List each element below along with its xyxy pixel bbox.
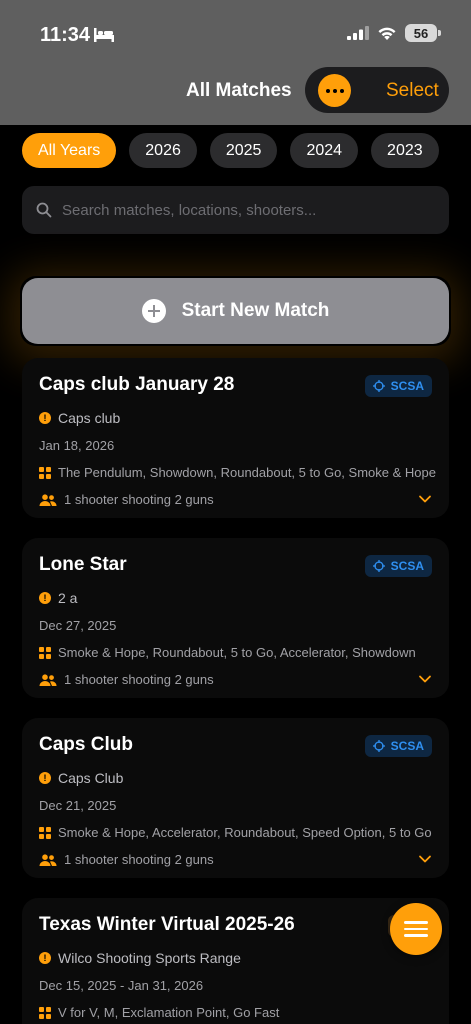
stages-grid-icon [39,646,51,659]
stages-text: Smoke & Hope, Accelerator, Roundabout, S… [58,825,432,840]
location-text: Wilco Shooting Sports Range [58,950,241,966]
chip-year-2023[interactable]: 2023 [371,133,439,168]
match-shooters: 1 shooter shooting 2 guns [39,672,214,687]
menu-line [404,927,428,931]
location-text: Caps club [58,410,121,426]
header: 11:34 56 All Matches Select [0,0,471,125]
start-new-match-label: Start New Match [181,300,330,321]
match-date: Jan 18, 2026 [39,438,114,453]
start-new-match-button[interactable]: Start New Match [22,278,449,344]
match-stages: The Pendulum, Showdown, Roundabout, 5 to… [39,465,436,480]
sleep-focus-icon [94,28,114,42]
match-card[interactable]: Caps Club SCSA ! Caps Club Dec 21, 2025 S… [22,718,449,878]
plus-circle-icon [141,299,166,323]
date-text: Dec 27, 2025 [39,618,117,633]
wifi-icon [378,27,396,40]
stages-grid-icon [39,1006,51,1019]
location-text: 2 a [58,590,78,606]
stages-grid-icon [39,826,51,839]
badge-label: SCSA [390,559,424,573]
stages-grid-icon [39,466,51,479]
crosshair-icon [372,380,385,392]
match-date: Dec 15, 2025 - Jan 31, 2026 [39,978,203,993]
chip-year-2025[interactable]: 2025 [209,133,278,168]
shooters-text: 1 shooter shooting 2 guns [64,492,214,507]
date-text: Dec 21, 2025 [39,798,117,813]
match-stages: V for V, M, Exclamation Point, Go Fast [39,1005,279,1020]
chevron-down-icon[interactable] [418,852,432,866]
chip-all-years[interactable]: All Years [22,133,117,168]
match-location: ! Wilco Shooting Sports Range [39,950,241,966]
ellipsis-icon [325,88,344,93]
select-button[interactable]: Select [386,80,439,102]
stages-text: V for V, M, Exclamation Point, Go Fast [58,1005,280,1020]
date-text: Dec 15, 2025 - Jan 31, 2026 [39,978,204,993]
crosshair-icon [372,740,385,752]
location-pin-icon: ! [39,592,51,604]
location-pin-icon: ! [39,412,51,424]
match-shooters: 1 shooter shooting 2 guns [39,852,214,867]
menu-line [404,921,428,924]
location-pin-icon: ! [39,952,51,964]
match-shooters: 1 shooter shooting 2 guns [39,492,214,507]
battery-indicator: 56 [405,24,441,42]
stages-text: The Pendulum, Showdown, Roundabout, 5 to… [58,465,436,480]
people-icon [39,493,57,506]
chip-year-2024[interactable]: 2024 [290,133,359,168]
badge-label: SCSA [390,739,424,753]
match-type-badge: SCSA [364,555,432,577]
floating-menu-button[interactable] [390,903,442,955]
match-stages: Smoke & Hope, Roundabout, 5 to Go, Accel… [39,645,416,660]
chip-year-2026[interactable]: 2026 [129,133,197,168]
search-icon [36,202,52,218]
match-card[interactable]: Texas Winter Virtual 2025-26 ! Wilco Shoo… [22,898,449,1024]
chevron-down-icon[interactable] [418,492,432,506]
match-card[interactable]: Lone Star SCSA ! 2 a Dec 27, 2025 Smoke &… [22,538,449,698]
match-title: Caps Club [39,734,133,755]
people-icon [39,673,57,686]
year-filter-chips: All Years 2026 2025 2024 2023 [22,133,439,168]
shooters-text: 1 shooter shooting 2 guns [64,672,214,687]
search-input[interactable] [62,201,442,219]
search-bar[interactable] [22,186,449,234]
badge-label: SCSA [390,379,424,393]
shooters-text: 1 shooter shooting 2 guns [64,852,214,867]
stages-text: Smoke & Hope, Roundabout, 5 to Go, Accel… [58,645,416,660]
menu-line [404,934,428,937]
match-date: Dec 27, 2025 [39,618,116,633]
page-title: All Matches [186,80,292,101]
match-title: Lone Star [39,554,127,575]
match-location: ! Caps Club [39,770,123,786]
match-type-badge: SCSA [364,735,432,757]
location-text: Caps Club [58,770,124,786]
location-pin-icon: ! [39,772,51,784]
match-type-badge: SCSA [364,375,432,397]
match-stages: Smoke & Hope, Accelerator, Roundabout, S… [39,825,432,840]
match-location: ! Caps club [39,410,120,426]
date-text: Jan 18, 2026 [39,438,115,453]
more-options-button[interactable] [318,74,351,107]
status-time: 11:34 [40,24,91,46]
status-bar: 11:34 56 [0,0,471,60]
match-card[interactable]: Caps club January 28 SCSA ! Caps club Jan… [22,358,449,518]
chevron-down-icon[interactable] [418,672,432,686]
crosshair-icon [372,560,385,572]
cellular-signal-icon [347,26,369,40]
match-date: Dec 21, 2025 [39,798,116,813]
match-title: Caps club January 28 [39,374,235,395]
people-icon [39,853,57,866]
status-icons: 56 [347,24,441,42]
match-title: Texas Winter Virtual 2025-26 [39,914,295,935]
match-location: ! 2 a [39,590,77,606]
